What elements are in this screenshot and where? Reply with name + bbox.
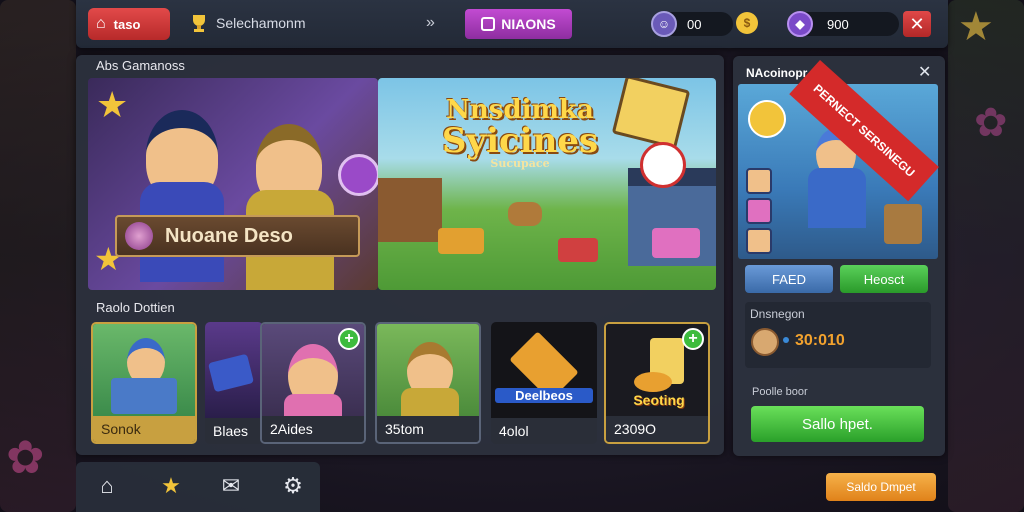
home-button[interactable]: ⌂ taso [88, 8, 170, 40]
banner-left-label: Nuoane Deso [165, 224, 293, 247]
card-label: Sonok [93, 416, 195, 442]
close-button[interactable]: ✕ [903, 11, 931, 37]
featured-banner-left[interactable]: ★ ★ [88, 78, 378, 290]
star-nav-icon[interactable]: ★ [154, 469, 188, 503]
mid-tab-label: NIAONS [501, 16, 556, 32]
cards-section-label: Raolo Dottien [96, 300, 175, 315]
mini-avatar-icon [746, 168, 772, 194]
car-icon [438, 228, 484, 254]
orange-action-button[interactable]: Saldo Dmpet [826, 473, 936, 501]
cake-badge-icon [640, 142, 686, 188]
flower-decoration-icon: ✿ [6, 431, 45, 483]
purchase-button[interactable]: Sallo hpet. [751, 406, 924, 442]
side-header: NAcoinopr [746, 66, 808, 80]
badge-icon [481, 17, 496, 31]
trophy-icon [188, 12, 210, 34]
card-label: Blaes [205, 418, 263, 444]
machine-icon [205, 322, 263, 418]
coin-badge-icon [748, 100, 786, 138]
game-card[interactable]: Sonok [91, 322, 197, 444]
character-card-icon [611, 78, 691, 150]
gold-coin-icon: $ [736, 12, 758, 34]
orb-icon [125, 222, 153, 250]
card-label: 35tom [377, 416, 479, 442]
side-close-icon[interactable]: ✕ [918, 62, 931, 82]
currency-display-1: ☺ 00 [651, 11, 733, 37]
machine-box-icon [111, 378, 177, 414]
card-art-text: Seoting [633, 392, 685, 408]
dot-icon [783, 337, 789, 343]
settings-nav-icon[interactable]: ⚙ [276, 469, 310, 503]
hut-icon [378, 178, 442, 242]
add-plus-icon[interactable]: + [682, 328, 704, 350]
card-label: 2309O [606, 416, 708, 442]
background-right [948, 0, 1024, 512]
cookie-icon [751, 328, 779, 356]
side-section2-label: Poolle boor [752, 386, 808, 398]
game-card[interactable]: Deelbeos 4olol [491, 322, 597, 444]
star-icon: ★ [96, 84, 129, 125]
home-label: taso [113, 16, 141, 32]
builder-robot-icon [93, 324, 195, 420]
treasure-box-icon: Deelbeos [491, 322, 597, 418]
explorer-kid-icon [377, 324, 479, 420]
mini-avatar-icon [746, 198, 772, 224]
card-label: 4olol [491, 418, 597, 444]
card-art-text: Deelbeos [495, 388, 593, 403]
dog-icon [508, 202, 542, 226]
banner-right-title: Nnsdimka Syicines Sucupace [420, 95, 620, 170]
home-icon: ⌂ [96, 15, 106, 32]
car-icon [558, 238, 598, 262]
barrel-icon [884, 204, 922, 244]
card-label: 2Aides [262, 416, 364, 442]
game-card[interactable]: + 2Aides [260, 322, 366, 444]
add-plus-icon[interactable]: + [338, 328, 360, 350]
game-card[interactable]: Seoting + 2309O [604, 322, 710, 444]
banner-left-button[interactable]: Nuoane Deso [115, 215, 360, 257]
coin-stack-icon [634, 372, 672, 392]
potion-icon [338, 154, 378, 196]
currency-display-2: ◆ 900 [787, 11, 899, 37]
game-card[interactable]: Blaes [205, 322, 263, 444]
side-green-button[interactable]: Heosct [840, 265, 928, 293]
banner-title-line2: Syicines [441, 121, 599, 161]
side-section-label: Dnsnegon [750, 307, 805, 321]
side-value: 30:010 [795, 332, 845, 349]
mid-tab-button[interactable]: NIAONS [465, 9, 572, 39]
flower-decoration-icon: ✿ [974, 101, 1008, 145]
currency2-value: 900 [827, 16, 849, 32]
game-card[interactable]: 35tom [375, 322, 481, 444]
star-decoration-icon: ★ [958, 5, 994, 49]
avatar-coin-icon: ☺ [651, 11, 677, 37]
gadget-icon [207, 353, 255, 393]
gem-coin-icon: ◆ [787, 11, 813, 37]
home-nav-icon[interactable]: ⌂ [90, 469, 124, 503]
chevron-icon[interactable]: » [426, 14, 435, 32]
mini-avatar-icon [746, 228, 772, 254]
currency1-value: 00 [687, 16, 702, 32]
side-blue-button[interactable]: FAED [745, 265, 833, 293]
top-title: Selechamonm [216, 15, 306, 31]
hero-body-icon [808, 168, 866, 228]
gift-icon [652, 228, 700, 258]
chat-nav-icon[interactable]: ✉ [214, 469, 248, 503]
banner-section-label: Abs Gamanoss [96, 58, 185, 73]
